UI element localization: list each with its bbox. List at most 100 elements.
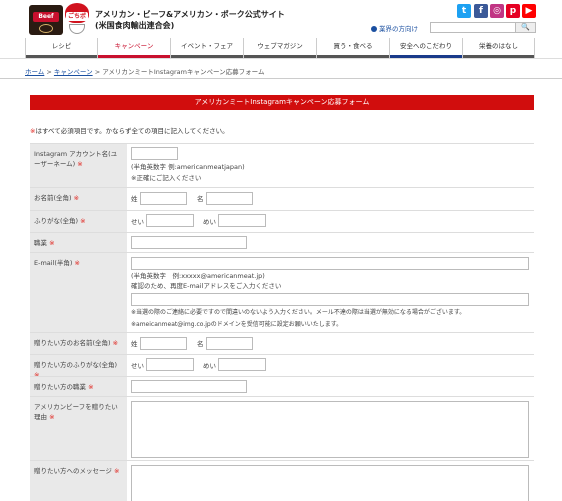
required-note: ※はすべて必須項目です。かならず全ての項目に記入してください。 bbox=[30, 125, 229, 135]
sei-label: 姓 bbox=[131, 195, 138, 203]
email-note-2: ※ameicanmeat@img.co.jpのドメインを受信可能に設定お願いいた… bbox=[131, 321, 343, 328]
field-area: 姓 名 bbox=[131, 188, 534, 210]
gochipo-logo-text: ごちポ bbox=[66, 12, 88, 21]
email-confirm-input[interactable] bbox=[131, 293, 529, 306]
nav-item-nutrition[interactable]: 栄養のはなし bbox=[463, 38, 535, 58]
field-label-text: 贈りたい方の職業 bbox=[34, 383, 86, 391]
gift-last-name-kana-input[interactable] bbox=[146, 358, 194, 371]
instagram-account-input[interactable] bbox=[131, 147, 178, 160]
form-row-gift-occupation: 贈りたい方の職業 ※ bbox=[30, 376, 534, 396]
nav-item-safety[interactable]: 安全へのこだわり bbox=[390, 38, 463, 58]
twitter-icon[interactable]: t bbox=[457, 4, 471, 18]
site-title-line1: アメリカン・ビーフ&アメリカン・ポーク公式サイト bbox=[95, 10, 285, 19]
required-mark: ※ bbox=[77, 160, 83, 168]
form-row-occupation: 職業 ※ bbox=[30, 232, 534, 252]
industry-link-label: 業界の方向け bbox=[379, 25, 418, 33]
field-label: E-mail(半角) ※ bbox=[30, 253, 127, 332]
search-input[interactable]: 🔍 bbox=[430, 22, 536, 33]
mei-label: めい bbox=[203, 362, 216, 370]
field-area: (半角英数字 例:americanmeatjapan) ※正確にご記入ください bbox=[131, 144, 534, 187]
form-title: アメリカンミートInstagramキャンペーン応募フォーム bbox=[30, 95, 534, 110]
form-row-email: E-mail(半角) ※ (半角英数字 例:xxxxx@americanmeat… bbox=[30, 252, 534, 332]
occupation-input[interactable] bbox=[131, 236, 247, 249]
instagram-icon[interactable]: ◎ bbox=[490, 4, 504, 18]
sei-label: 姓 bbox=[131, 340, 138, 348]
required-mark: ※ bbox=[49, 413, 55, 421]
breadcrumb-sep: > bbox=[46, 68, 52, 76]
form-row-message: 贈りたい方へのメッセージ ※ bbox=[30, 460, 534, 501]
gochipo-logo-bowl bbox=[69, 24, 85, 34]
breadcrumb-sep: > bbox=[94, 68, 101, 76]
form-row-reason: アメリカンビーフを贈りたい理由 ※ bbox=[30, 396, 534, 460]
youtube-icon[interactable]: ▶ bbox=[522, 4, 536, 18]
required-mark: ※ bbox=[74, 259, 80, 267]
facebook-icon[interactable]: f bbox=[474, 4, 488, 18]
sei-label: せい bbox=[131, 362, 144, 370]
field-label-text: ふりがな(全角) bbox=[34, 217, 79, 225]
required-mark: ※ bbox=[112, 339, 119, 347]
nav-divider bbox=[0, 58, 562, 59]
search-button[interactable]: 🔍 bbox=[515, 23, 535, 32]
field-label: 職業 ※ bbox=[30, 233, 127, 252]
first-name-kana-input[interactable] bbox=[218, 214, 266, 227]
field-label: アメリカンビーフを贈りたい理由 ※ bbox=[30, 397, 127, 460]
required-mark: ※ bbox=[73, 194, 80, 202]
message-textarea[interactable] bbox=[131, 465, 529, 501]
nav-item-event[interactable]: イベント・フェア bbox=[171, 38, 244, 58]
nav-label: ウェブマガジン bbox=[257, 42, 303, 50]
main-nav: レシピ キャンペーン イベント・フェア ウェブマガジン 買う・食べる 安全へのこ… bbox=[25, 38, 535, 58]
field-area bbox=[131, 397, 534, 460]
last-name-input[interactable] bbox=[140, 192, 187, 205]
form-row-furigana: ふりがな(全角) ※ せい めい bbox=[30, 210, 534, 232]
field-area: せい めい bbox=[131, 211, 534, 232]
nav-item-recipe[interactable]: レシピ bbox=[25, 38, 98, 58]
nav-item-webmagazine[interactable]: ウェブマガジン bbox=[244, 38, 317, 58]
field-area bbox=[131, 377, 534, 396]
nav-label: キャンペーン bbox=[114, 42, 154, 50]
breadcrumb: ホーム > キャンペーン > アメリカンミートInstagramキャンペーン応募… bbox=[25, 66, 264, 76]
gochipo-logo[interactable]: ごちポ bbox=[65, 3, 89, 34]
breadcrumb-campaign[interactable]: キャンペーン bbox=[54, 68, 93, 76]
email-input[interactable] bbox=[131, 257, 529, 270]
field-label-text: アメリカンビーフを贈りたい理由 bbox=[34, 403, 118, 421]
field-area: 姓 名 bbox=[131, 333, 534, 354]
instagram-hint: (半角英数字 例:americanmeatjapan) bbox=[131, 163, 245, 171]
first-name-input[interactable] bbox=[206, 192, 253, 205]
bullet-icon bbox=[371, 26, 377, 32]
mei-label: めい bbox=[203, 218, 216, 226]
field-label: 贈りたい方の職業 ※ bbox=[30, 377, 127, 396]
industry-link[interactable]: 業界の方向け bbox=[371, 23, 418, 33]
site-title-line2: (米国食肉輸出連合会) bbox=[95, 21, 175, 30]
mei-label: 名 bbox=[197, 195, 204, 203]
gift-occupation-input[interactable] bbox=[131, 380, 247, 393]
beef-logo[interactable]: Beef bbox=[29, 5, 63, 35]
nav-label: レシピ bbox=[51, 42, 72, 50]
breadcrumb-home[interactable]: ホーム bbox=[25, 68, 44, 76]
instagram-note: ※正確にご記入ください bbox=[131, 174, 202, 182]
field-label-text: 贈りたい方のお名前(全角) bbox=[34, 339, 111, 347]
required-mark: ※ bbox=[80, 217, 86, 225]
pinterest-icon[interactable]: p bbox=[506, 4, 520, 18]
field-label-text: お名前(全角) bbox=[34, 194, 72, 202]
gift-last-name-input[interactable] bbox=[140, 337, 187, 350]
form-row-gift-name: 贈りたい方のお名前(全角) ※ 姓 名 bbox=[30, 332, 534, 354]
nav-label: 買う・食べる bbox=[333, 42, 373, 50]
nav-label: 栄養のはなし bbox=[479, 42, 518, 50]
nav-item-campaign[interactable]: キャンペーン bbox=[98, 38, 171, 58]
field-label-text: 贈りたい方のふりがな(全角) bbox=[34, 361, 118, 369]
logo-ring-icon bbox=[39, 24, 53, 33]
site-title[interactable]: アメリカン・ビーフ&アメリカン・ポーク公式サイト (米国食肉輸出連合会) bbox=[95, 9, 285, 31]
nav-label: イベント・フェア bbox=[181, 42, 233, 50]
mei-label: 名 bbox=[197, 340, 204, 348]
field-label: 贈りたい方へのメッセージ ※ bbox=[30, 461, 127, 501]
gift-first-name-input[interactable] bbox=[206, 337, 253, 350]
email-confirm-hint: 確認のため、再度E-mailアドレスをご入力ください bbox=[131, 282, 282, 290]
gift-first-name-kana-input[interactable] bbox=[218, 358, 266, 371]
form-row-gift-furigana: 贈りたい方のふりがな(全角) ※ せい めい bbox=[30, 354, 534, 379]
last-name-kana-input[interactable] bbox=[146, 214, 194, 227]
reason-textarea[interactable] bbox=[131, 401, 529, 458]
breadcrumb-current: アメリカンミートInstagramキャンペーン応募フォーム bbox=[102, 68, 265, 76]
field-area bbox=[131, 233, 534, 252]
field-label-text: 職業 bbox=[34, 239, 47, 247]
nav-item-buy-eat[interactable]: 買う・食べる bbox=[317, 38, 390, 58]
